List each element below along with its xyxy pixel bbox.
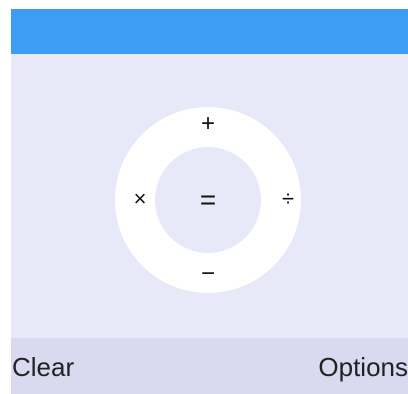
subtract-button[interactable]: − — [192, 258, 224, 290]
clear-softkey[interactable]: Clear — [12, 352, 74, 383]
operator-dpad: + × = ÷ − — [115, 107, 301, 293]
add-button[interactable]: + — [192, 108, 224, 140]
multiply-button[interactable]: × — [124, 183, 156, 215]
calculator-screen: + × = ÷ − Clear Options — [11, 9, 408, 394]
divide-button[interactable]: ÷ — [272, 183, 304, 215]
equals-button[interactable]: = — [155, 147, 261, 253]
softkey-bar: Clear Options — [11, 338, 408, 394]
options-softkey[interactable]: Options — [318, 352, 408, 383]
title-bar — [11, 9, 408, 54]
